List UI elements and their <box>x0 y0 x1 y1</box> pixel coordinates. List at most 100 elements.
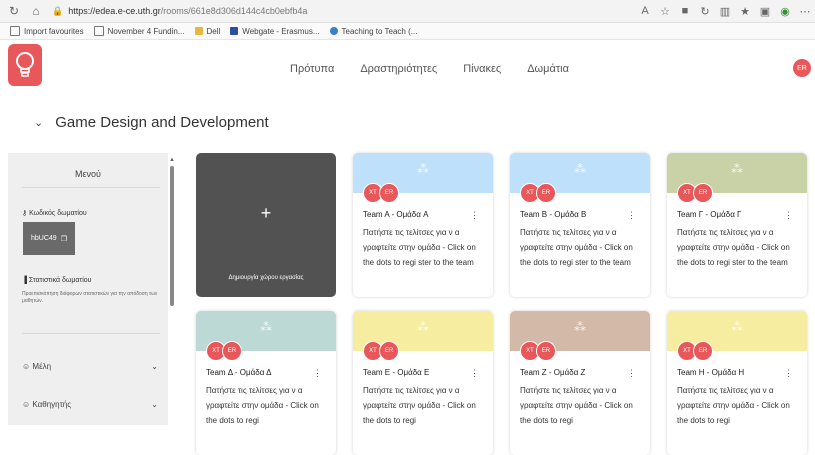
bar-chart-icon: ▐ <box>22 277 27 284</box>
url-path: /rooms/661e8d306d144c4cb0ebfb4a <box>160 6 308 16</box>
more-icon[interactable]: ⋯ <box>795 5 815 18</box>
favorite-star-icon[interactable]: ☆ <box>655 5 675 18</box>
team-name: Team Z - Ομάδα Z <box>520 368 586 377</box>
home-icon[interactable]: ⌂ <box>28 4 44 18</box>
team-card[interactable]: ⁂ XT ER Team Δ - Ομάδα Δ ⋮ Πατήστε τις τε… <box>196 311 336 455</box>
avatar[interactable]: ER <box>222 341 242 361</box>
team-description: Πατήστε τις τελίτσες για ν α γραφτείτε σ… <box>677 386 790 425</box>
member-avatars: XT ER <box>520 183 556 203</box>
create-workspace-card[interactable]: + Δημιουργία χώρου εργασίας <box>196 153 336 297</box>
extension-green-icon[interactable]: ◉ <box>775 5 795 18</box>
room-code-label: ⚷ Κωδικός δωματίου <box>22 210 87 217</box>
group-icon: ⁂ <box>260 320 272 334</box>
team-name: Team E - Ομάδα E <box>363 368 430 377</box>
more-options-icon[interactable]: ⋮ <box>627 368 636 379</box>
key-icon: ⚷ <box>22 210 28 217</box>
split-screen-icon[interactable]: ▥ <box>715 5 735 18</box>
bookmark-november[interactable]: November 4 Fundin... <box>93 26 185 36</box>
avatar[interactable]: ER <box>693 183 713 203</box>
group-icon: ⁂ <box>574 320 586 334</box>
member-avatars: XT ER <box>363 183 399 203</box>
member-avatars: XT ER <box>363 341 399 361</box>
lock-icon: 🔒 <box>52 5 64 16</box>
room-stats-label[interactable]: ▐ Στατιστικά δωματίου <box>22 277 91 284</box>
room-code-box[interactable]: hbUC49 ❐ <box>23 222 75 255</box>
team-card[interactable]: ⁂ XT ER Team A - Ομάδα A ⋮ Πατήστε τις τε… <box>353 153 493 297</box>
copy-icon[interactable]: ❐ <box>61 235 67 243</box>
scroll-up-arrow[interactable]: ▲ <box>169 157 175 163</box>
sidebar-item-members[interactable]: ☺ Μέλη ⌄ <box>22 362 158 371</box>
group-icon: ⁂ <box>417 162 429 176</box>
group-icon: ⁂ <box>417 320 429 334</box>
team-card[interactable]: ⁂ XT ER Team Z - Ομάδα Z ⋮ Πατήστε τις τε… <box>510 311 650 455</box>
more-options-icon[interactable]: ⋮ <box>784 210 793 221</box>
member-avatars: XT ER <box>206 341 242 361</box>
team-name: Team Γ - Ομάδα Γ <box>677 210 742 219</box>
team-card[interactable]: ⁂ XT ER Team E - Ομάδα E ⋮ Πατήστε τις τε… <box>353 311 493 455</box>
team-name: Team H - Ομάδα H <box>677 368 745 377</box>
sidebar-scrollbar[interactable] <box>170 166 174 306</box>
avatar[interactable]: ER <box>536 341 556 361</box>
team-description: Πατήστε τις τελίτσες για ν α γραφτείτε σ… <box>363 386 476 425</box>
team-card[interactable]: ⁂ XT ER Team Γ - Ομάδα Γ ⋮ Πατήστε τις τε… <box>667 153 807 297</box>
extension-icon[interactable]: ■ <box>675 5 695 17</box>
group-icon: ⁂ <box>731 320 743 334</box>
more-options-icon[interactable]: ⋮ <box>470 368 479 379</box>
app-logo[interactable] <box>8 44 42 86</box>
member-avatars: XT ER <box>520 341 556 361</box>
team-description: Πατήστε τις τελίτσες για ν α γραφτείτε σ… <box>520 386 633 425</box>
room-header: ⌄ Game Design and Development <box>34 114 269 131</box>
webgate-icon <box>230 27 239 35</box>
nav-rooms[interactable]: Δωμάτια <box>527 63 569 75</box>
team-card[interactable]: ⁂ XT ER Team B - Ομάδα B ⋮ Πατήστε τις τε… <box>510 153 650 297</box>
read-aloud-icon[interactable]: A <box>635 5 655 17</box>
avatar[interactable]: ER <box>536 183 556 203</box>
folder-icon <box>194 27 203 35</box>
more-options-icon[interactable]: ⋮ <box>627 210 636 221</box>
avatar[interactable]: ER <box>379 341 399 361</box>
team-name: Team Δ - Ομάδα Δ <box>206 368 272 377</box>
room-title: Game Design and Development <box>55 114 269 131</box>
team-description: Πατήστε τις τελίτσες για ν α γραφτείτε σ… <box>363 228 476 267</box>
nav-boards[interactable]: Πίνακες <box>463 63 501 75</box>
team-description: Πατήστε τις τελίτσες για ν α γραφτείτε σ… <box>206 386 319 425</box>
bookmark-import[interactable]: Import favourites <box>10 26 84 36</box>
members-icon: ☺ <box>22 362 31 371</box>
group-icon: ⁂ <box>731 162 743 176</box>
bookmark-teaching[interactable]: Teaching to Teach (... <box>329 27 417 36</box>
refresh-icon[interactable]: ↻ <box>6 4 22 18</box>
address-bar[interactable]: 🔒 https://edea.e-ce.uth.gr /rooms/661e8d… <box>52 3 635 19</box>
group-icon: ⁂ <box>574 162 586 176</box>
avatar[interactable]: ER <box>693 341 713 361</box>
team-name: Team A - Ομάδα A <box>363 210 429 219</box>
team-name: Team B - Ομάδα B <box>520 210 587 219</box>
page-icon <box>93 26 104 36</box>
import-icon <box>10 26 20 36</box>
browser-toolbar: ↻ ⌂ 🔒 https://edea.e-ce.uth.gr /rooms/66… <box>0 0 815 23</box>
more-options-icon[interactable]: ⋮ <box>470 210 479 221</box>
team-card[interactable]: ⁂ XT ER Team H - Ομάδα H ⋮ Πατήστε τις τε… <box>667 311 807 455</box>
team-description: Πατήστε τις τελίτσες για ν α γραφτείτε σ… <box>520 228 633 267</box>
more-options-icon[interactable]: ⋮ <box>784 368 793 379</box>
sidebar-item-teacher[interactable]: ☺ Καθηγητής ⌄ <box>22 400 158 409</box>
member-avatars: XT ER <box>677 341 713 361</box>
nav-activities[interactable]: Δραστηριότητες <box>360 63 437 75</box>
main-nav: Πρότυπα Δραστηριότητες Πίνακες Δωμάτια <box>290 63 595 75</box>
team-description: Πατήστε τις τελίτσες για ν α γραφτείτε σ… <box>677 228 790 267</box>
more-options-icon[interactable]: ⋮ <box>313 368 322 379</box>
nav-templates[interactable]: Πρότυπα <box>290 63 334 75</box>
favorites-icon[interactable]: ★ <box>735 5 755 18</box>
create-workspace-label: Δημιουργία χώρου εργασίας <box>228 275 304 281</box>
collections-icon[interactable]: ▣ <box>755 5 775 18</box>
avatar[interactable]: ER <box>379 183 399 203</box>
bookmarks-bar: Import favourites November 4 Fundin... D… <box>0 23 815 40</box>
chevron-down-icon[interactable]: ⌄ <box>34 116 43 129</box>
member-avatars: XT ER <box>677 183 713 203</box>
teacher-icon: ☺ <box>22 400 31 409</box>
user-avatar[interactable]: ER <box>793 59 811 77</box>
bookmark-webgate[interactable]: Webgate - Erasmus... <box>230 27 320 36</box>
lightbulb-icon <box>16 52 34 77</box>
globe-icon <box>329 27 338 35</box>
bookmark-dell[interactable]: Dell <box>194 27 220 36</box>
refresh-extension-icon[interactable]: ↻ <box>695 5 715 18</box>
